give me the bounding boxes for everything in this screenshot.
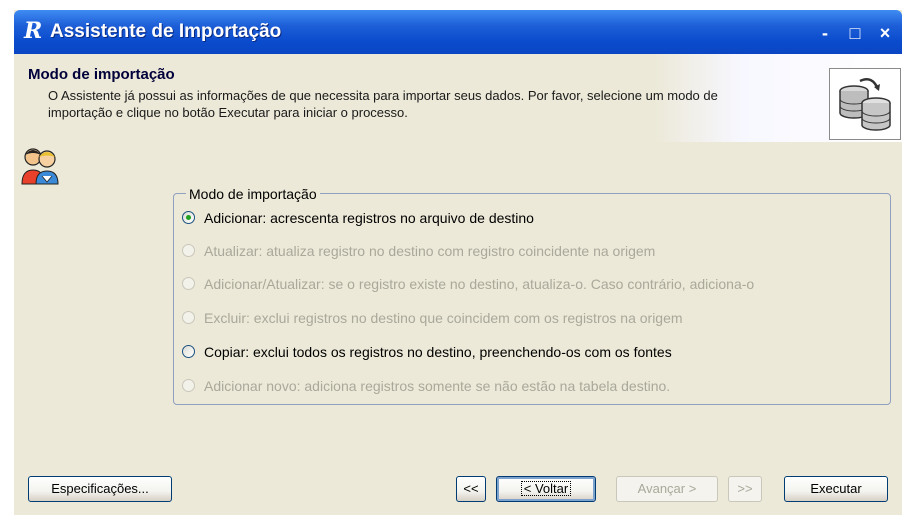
database-import-icon xyxy=(829,68,901,140)
import-mode-group-label: Modo de importação xyxy=(186,186,320,202)
import-wizard-window: R Assistente de Importação - □ × Modo de… xyxy=(14,10,902,515)
back-button-label: < Voltar xyxy=(520,481,572,496)
last-page-button[interactable]: >> xyxy=(728,476,762,502)
radio-button[interactable] xyxy=(182,277,195,290)
radio-button[interactable] xyxy=(182,345,195,358)
option-label: Atualizar: atualiza registro no destino … xyxy=(204,243,656,259)
wizard-header: Modo de importação O Assistente já possu… xyxy=(14,54,902,142)
page-description: O Assistente já possui as informações de… xyxy=(48,88,718,120)
option-label: Adicionar novo: adiciona registros somen… xyxy=(204,378,671,394)
radio-button[interactable] xyxy=(182,379,195,392)
radio-button[interactable] xyxy=(182,244,195,257)
first-page-button[interactable]: << xyxy=(456,476,486,502)
radio-button[interactable] xyxy=(182,211,195,224)
app-icon: R xyxy=(24,18,43,44)
option-label: Copiar: exclui todos os registros no des… xyxy=(204,344,672,360)
window-title: Assistente de Importação xyxy=(50,21,282,42)
minimize-button[interactable]: - xyxy=(814,22,836,44)
execute-button[interactable]: Executar xyxy=(784,476,888,502)
option-label: Excluir: exclui registros no destino que… xyxy=(204,310,683,326)
radio-button[interactable] xyxy=(182,311,195,324)
users-icon xyxy=(20,146,60,186)
close-button[interactable]: × xyxy=(874,22,896,44)
option-label: Adicionar/Atualizar: se o registro exist… xyxy=(204,276,755,292)
back-button[interactable]: < Voltar xyxy=(496,476,596,502)
maximize-button[interactable]: □ xyxy=(844,22,866,44)
title-bar[interactable]: R Assistente de Importação - □ × xyxy=(14,10,902,54)
specifications-button[interactable]: Especificações... xyxy=(28,476,172,502)
option-label: Adicionar: acrescenta registros no arqui… xyxy=(204,210,534,226)
next-button[interactable]: Avançar > xyxy=(616,476,718,502)
page-title: Modo de importação xyxy=(28,66,175,83)
